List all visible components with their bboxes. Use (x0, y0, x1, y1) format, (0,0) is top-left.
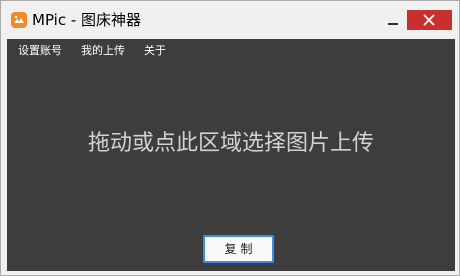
minimize-icon (388, 23, 398, 25)
close-button[interactable] (407, 10, 452, 30)
minimize-button[interactable] (382, 10, 404, 30)
copy-button[interactable]: 复制 (203, 235, 274, 263)
upload-drop-zone[interactable]: 拖动或点此区域选择图片上传 (7, 63, 455, 248)
window-title: MPic - 图床神器 (32, 11, 142, 29)
menu-item-about[interactable]: 关于 (144, 39, 166, 63)
menu-item-account-settings[interactable]: 设置账号 (18, 39, 62, 63)
main-content: 设置账号 我的上传 关于 拖动或点此区域选择图片上传 复制 (7, 39, 455, 271)
close-icon (423, 14, 435, 26)
title-bar[interactable]: MPic - 图床神器 (2, 2, 459, 39)
mpic-app-icon (11, 12, 27, 28)
drop-zone-label: 拖动或点此区域选择图片上传 (87, 131, 374, 156)
menu-item-my-uploads[interactable]: 我的上传 (81, 39, 125, 63)
menu-bar: 设置账号 我的上传 关于 (7, 39, 455, 63)
app-window: MPic - 图床神器 设置账号 我的上传 关于 拖动或点此区域选择图片上传 复… (0, 0, 460, 276)
